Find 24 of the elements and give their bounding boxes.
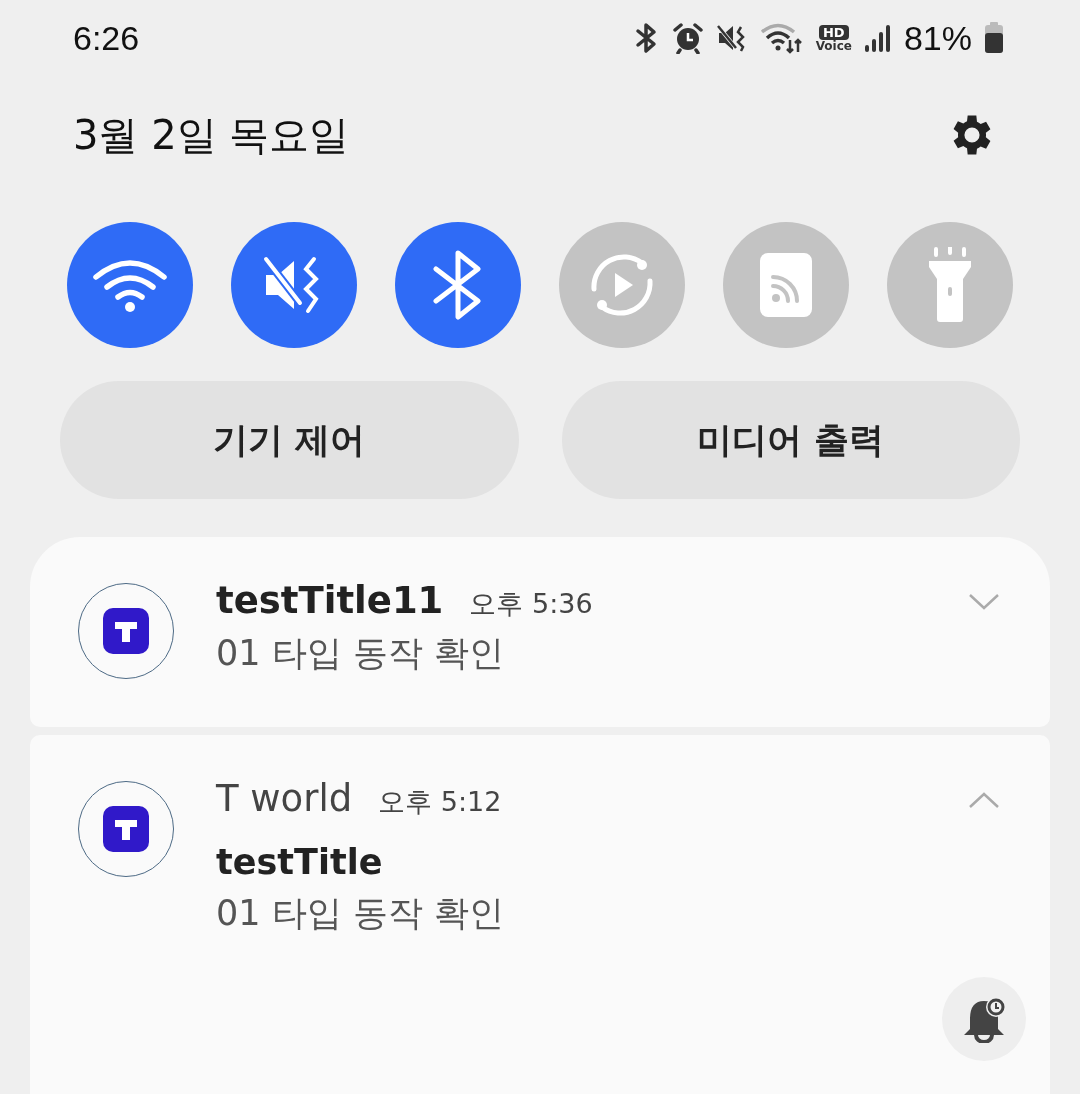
- panel-button[interactable]: 미디어 출력: [561, 381, 1020, 499]
- date-text: 3월 2일 목요일: [73, 110, 350, 160]
- notification-title: testTitle11: [216, 579, 444, 622]
- app-logo-icon: [103, 608, 149, 654]
- voice-label: Voice: [815, 39, 852, 52]
- notification-time: 오후 5:12: [378, 785, 502, 819]
- app-logo-icon: [103, 806, 149, 852]
- notification-text: 01 타입 동작 확인: [216, 892, 504, 935]
- wifi-icon: [92, 257, 168, 313]
- battery-icon: [984, 22, 1004, 54]
- notification-subtitle: testTitle: [216, 842, 384, 882]
- notification-card[interactable]: T world 오후 5:12 testTitle 01 타입 동작 확인: [30, 735, 1050, 1094]
- clock-time: 6:26: [73, 18, 140, 58]
- notification-title: T world: [216, 777, 353, 820]
- signal-icon: [863, 23, 892, 53]
- wifi-icon: [759, 22, 804, 54]
- cast-icon: [758, 251, 814, 319]
- notification-text: 01 타입 동작 확인: [216, 632, 505, 675]
- alarm-icon: [671, 22, 704, 54]
- battery-percent: 81%: [903, 18, 972, 58]
- panel-button[interactable]: 기기 제어: [60, 381, 519, 499]
- hd-label: HD: [818, 24, 849, 40]
- notification-card[interactable]: testTitle11 오후 5:36 01 타입 동작 확인: [30, 537, 1050, 727]
- notification-time: 오후 5:36: [469, 587, 593, 621]
